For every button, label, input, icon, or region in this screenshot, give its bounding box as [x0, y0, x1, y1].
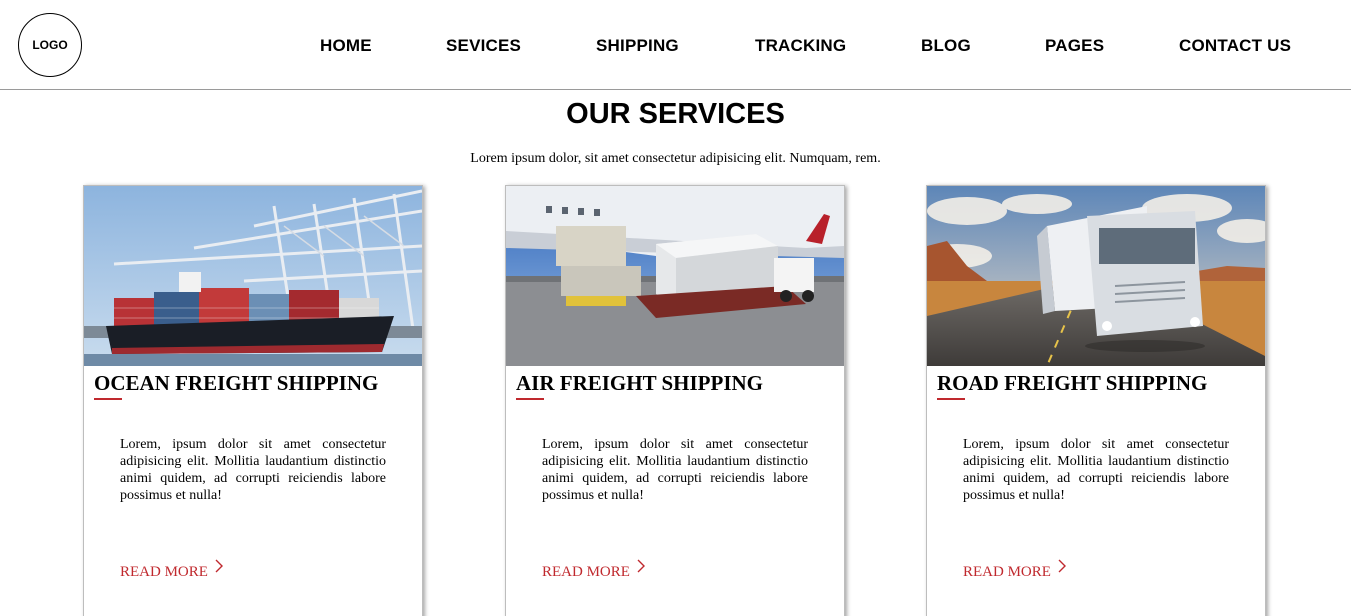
read-more-label: READ MORE — [120, 564, 208, 580]
site-header: LOGO HOME SEVICES SHIPPING TRACKING BLOG… — [0, 0, 1351, 90]
read-more-link[interactable]: READ MORE — [120, 559, 224, 581]
section-subtitle: Lorem ipsum dolor, sit amet consectetur … — [470, 151, 881, 166]
logo[interactable]: LOGO — [18, 13, 82, 77]
read-more-label: READ MORE — [963, 564, 1051, 580]
card-description: Lorem, ipsum dolor sit amet consectetur … — [542, 437, 808, 503]
read-more-link[interactable]: READ MORE — [963, 559, 1067, 581]
nav-blog[interactable]: BLOG — [921, 36, 971, 56]
service-card-road: ROAD FREIGHT SHIPPING Lorem, ipsum dolor… — [926, 185, 1266, 616]
nav-contact-us[interactable]: CONTACT US — [1179, 36, 1291, 56]
read-more-link[interactable]: READ MORE — [542, 559, 646, 581]
service-card-ocean: OCEAN FREIGHT SHIPPING Lorem, ipsum dolo… — [83, 185, 423, 616]
section-title: OUR SERVICES — [566, 98, 785, 130]
card-title: ROAD FREIGHT SHIPPING — [937, 371, 1208, 395]
nav-services[interactable]: SEVICES — [446, 36, 521, 56]
title-underline — [937, 398, 965, 400]
cargo-plane-image — [506, 186, 844, 366]
chevron-right-icon — [637, 559, 645, 573]
nav-tracking[interactable]: TRACKING — [755, 36, 846, 56]
card-description: Lorem, ipsum dolor sit amet consectetur … — [120, 437, 386, 503]
title-underline — [516, 398, 544, 400]
title-underline — [94, 398, 122, 400]
chevron-right-icon — [1058, 559, 1066, 573]
cargo-ship-image — [84, 186, 422, 366]
card-title: AIR FREIGHT SHIPPING — [516, 371, 763, 395]
nav-shipping[interactable]: SHIPPING — [596, 36, 679, 56]
read-more-label: READ MORE — [542, 564, 630, 580]
chevron-right-icon — [215, 559, 223, 573]
card-title: OCEAN FREIGHT SHIPPING — [94, 371, 379, 395]
truck-road-image — [927, 186, 1265, 366]
service-card-air: AIR FREIGHT SHIPPING Lorem, ipsum dolor … — [505, 185, 845, 616]
nav-pages[interactable]: PAGES — [1045, 36, 1104, 56]
card-description: Lorem, ipsum dolor sit amet consectetur … — [963, 437, 1229, 503]
nav-home[interactable]: HOME — [320, 36, 372, 56]
